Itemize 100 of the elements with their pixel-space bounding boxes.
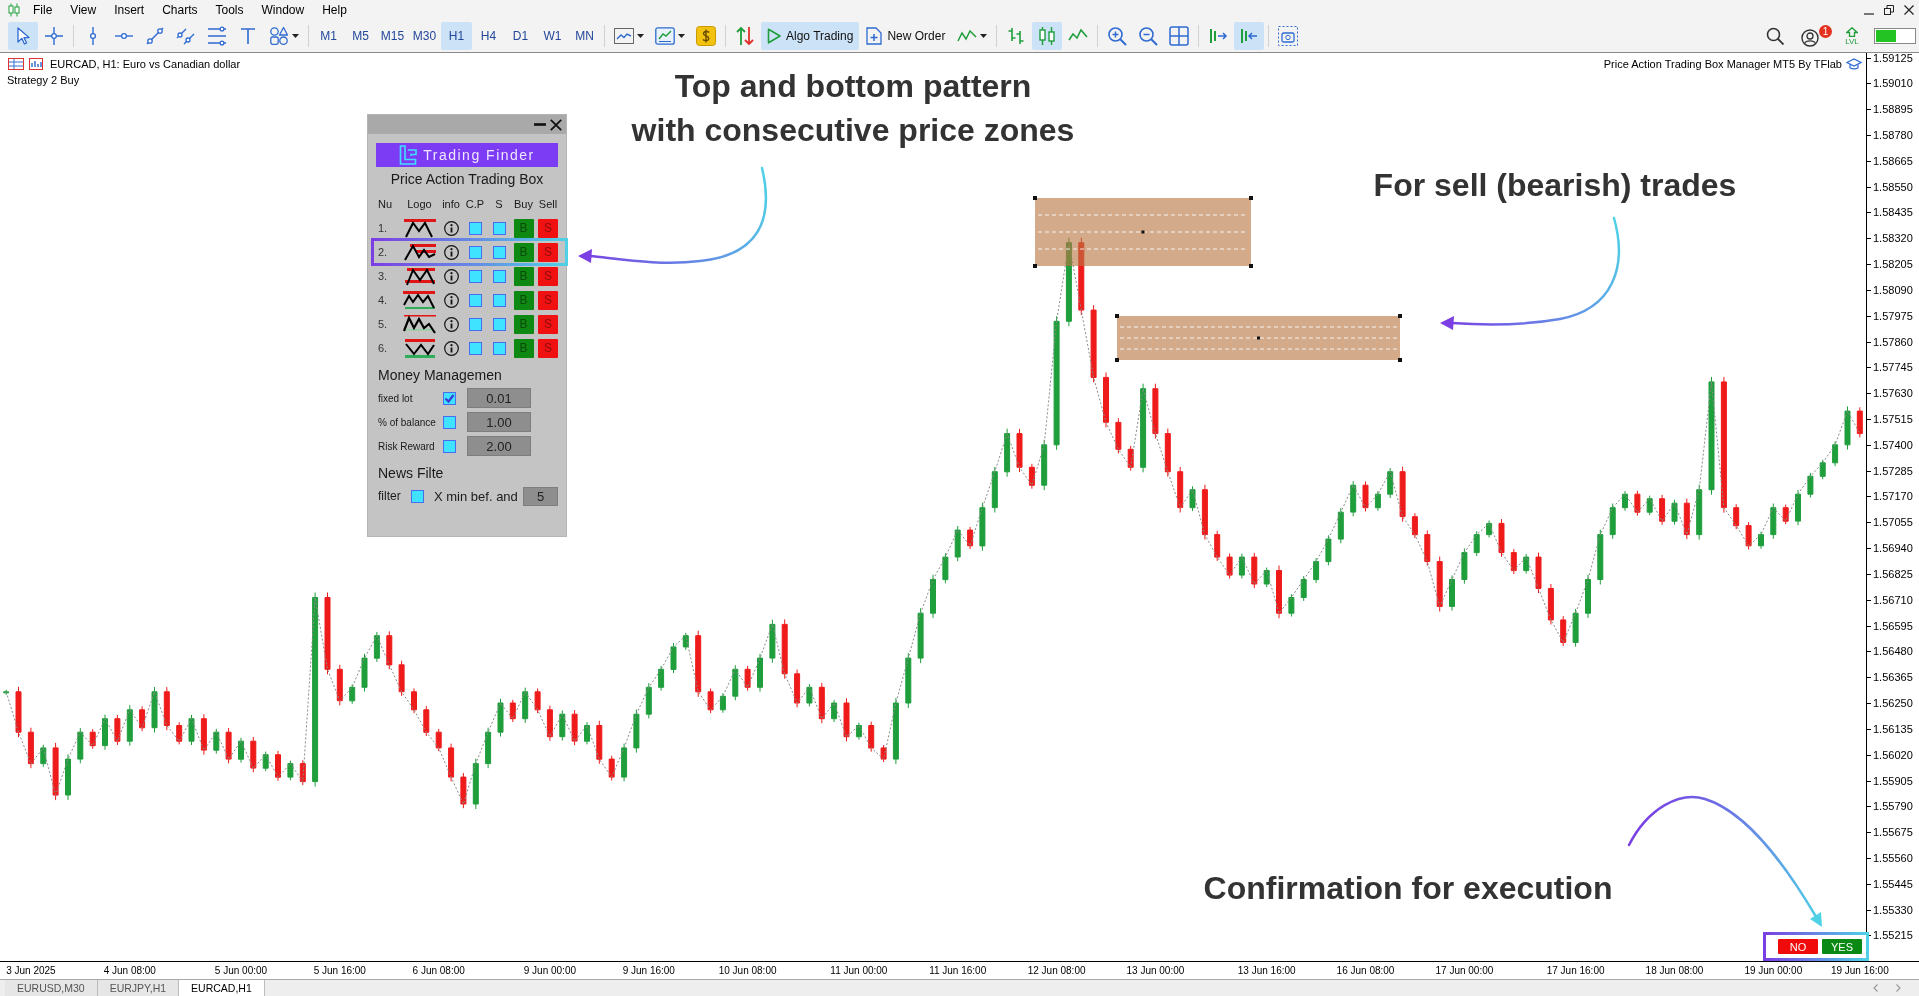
close-icon[interactable]: [1904, 5, 1914, 15]
info-icon[interactable]: [443, 292, 459, 308]
drawing-tool-button[interactable]: [8, 22, 38, 50]
menu-item[interactable]: Tools: [206, 1, 253, 19]
menu-item[interactable]: View: [61, 1, 106, 19]
value-field[interactable]: 0.01: [467, 388, 531, 408]
info-icon[interactable]: [443, 244, 459, 260]
checkbox[interactable]: [492, 221, 506, 235]
timeframe-button[interactable]: M5: [345, 22, 376, 50]
menu-item[interactable]: Insert: [105, 1, 154, 19]
person-icon: [1801, 29, 1819, 47]
checkbox[interactable]: [411, 489, 424, 503]
value-field[interactable]: 2.00: [467, 436, 531, 456]
menu-item[interactable]: Help: [313, 1, 356, 19]
candlestick: [176, 721, 183, 745]
price-label: 1.56595: [1873, 619, 1913, 632]
info-icon[interactable]: [443, 268, 459, 284]
chart-tab[interactable]: EURJPY,H1: [97, 980, 180, 996]
level-button[interactable]: LVL: [1837, 22, 1867, 50]
checkbox[interactable]: [492, 269, 506, 283]
checkbox[interactable]: [468, 269, 482, 283]
info-icon[interactable]: [443, 316, 459, 332]
time-label: 13 Jun 16:00: [1237, 965, 1296, 977]
chevron-left-icon[interactable]: [1873, 984, 1878, 992]
time-label: 13 Jun 00:00: [1126, 965, 1185, 977]
price-label: 1.57975: [1873, 309, 1913, 322]
caret-icon: [678, 34, 685, 38]
dollar-icon: [696, 26, 716, 46]
symbol-title: EURCAD, H1: Euro vs Canadian dollar: [50, 58, 241, 70]
candlestick: [102, 714, 108, 751]
algo-trading-button[interactable]: Algo Trading: [761, 22, 860, 50]
checkbox[interactable]: [443, 391, 456, 405]
brand-name: Trading Finder: [423, 147, 535, 163]
timeframe-button[interactable]: M15: [377, 22, 408, 50]
timeframe-button[interactable]: M30: [409, 22, 440, 50]
chart-tab[interactable]: EURUSD,M30: [5, 980, 98, 996]
confirm-button[interactable]: YES: [1822, 939, 1862, 954]
candlestick: [658, 665, 665, 692]
candlestick: [794, 669, 801, 708]
scroll-button[interactable]: [1234, 22, 1265, 50]
candlestick: [1189, 485, 1196, 512]
menu-item[interactable]: File: [24, 1, 62, 19]
candlestick: [1276, 565, 1282, 619]
timeframe-button[interactable]: D1: [505, 22, 536, 50]
candlestick: [1041, 439, 1048, 491]
candlestick: [275, 750, 281, 782]
reject-button[interactable]: NO: [1778, 939, 1818, 954]
trend-line-icon: [145, 26, 165, 46]
account-button[interactable]: 1: [1791, 22, 1836, 50]
chart-tab[interactable]: EURCAD,H1: [179, 980, 265, 996]
time-label: 12 Jun 08:00: [1027, 965, 1086, 977]
candlestick: [336, 664, 343, 706]
new-order-button[interactable]: New Order: [860, 22, 952, 50]
checkbox[interactable]: [443, 415, 456, 429]
setting-label: Risk Reward: [378, 440, 436, 452]
checkbox[interactable]: [468, 221, 482, 235]
info-icon[interactable]: [443, 340, 459, 356]
value-field[interactable]: 1.00: [467, 412, 531, 432]
checkbox[interactable]: [468, 245, 482, 259]
checkbox[interactable]: [492, 245, 506, 259]
candlestick: [843, 697, 850, 742]
candlestick: [1671, 499, 1678, 526]
row-number: 5.: [378, 318, 388, 330]
column-header: Logo: [407, 198, 432, 210]
checkbox[interactable]: [468, 293, 482, 307]
time-label: 17 Jun 16:00: [1546, 965, 1605, 977]
row-number: 1.: [378, 222, 388, 234]
candlestick: [200, 713, 207, 756]
checkbox[interactable]: [468, 317, 482, 331]
candlestick: [744, 665, 751, 692]
candlestick: [967, 526, 974, 550]
candlestick: [954, 525, 961, 562]
chevron-right-icon[interactable]: [1896, 984, 1901, 992]
candlestick: [757, 653, 763, 693]
time-label: 5 Jun 00:00: [214, 965, 268, 977]
checkbox[interactable]: [492, 293, 506, 307]
menu-item[interactable]: Charts: [153, 1, 207, 19]
checkbox[interactable]: [468, 341, 482, 355]
checkbox[interactable]: [492, 317, 506, 331]
price-label: 1.57400: [1873, 438, 1913, 451]
timeframe-button[interactable]: H4: [473, 22, 504, 50]
price-label: 1.56365: [1873, 671, 1913, 684]
value-field[interactable]: 5: [523, 486, 558, 506]
price-label: 1.58665: [1873, 154, 1913, 167]
checkbox[interactable]: [443, 439, 456, 453]
timeframe-button[interactable]: W1: [537, 22, 568, 50]
candlestick: [411, 687, 417, 714]
checkbox[interactable]: [492, 341, 506, 355]
candlestick: [1523, 553, 1530, 575]
candlestick: [1547, 583, 1554, 625]
menu-item[interactable]: Window: [252, 1, 314, 19]
chart-type-button[interactable]: [1032, 22, 1063, 50]
close-icon[interactable]: [550, 118, 562, 131]
restore-icon[interactable]: [1884, 5, 1894, 15]
timeframe-button[interactable]: MN: [569, 22, 600, 50]
timeframe-button[interactable]: H1: [441, 22, 472, 50]
candlestick: [65, 753, 71, 801]
price-label: 1.56940: [1873, 542, 1913, 555]
timeframe-button[interactable]: M1: [313, 22, 344, 50]
info-icon[interactable]: [443, 220, 459, 236]
